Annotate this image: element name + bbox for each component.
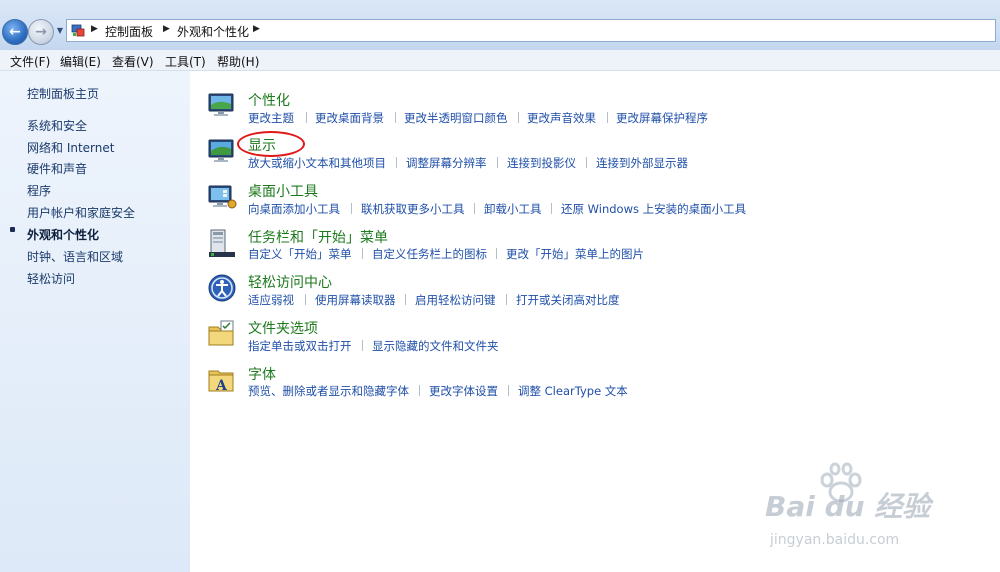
left-item-ease-of-access[interactable]: 轻松访问 <box>27 270 75 287</box>
forward-button[interactable]: → <box>28 19 54 45</box>
link-separator <box>496 248 497 259</box>
link-single-double-click[interactable]: 指定单击或双击打开 <box>248 338 352 354</box>
link-change-theme[interactable]: 更改主题 <box>248 110 294 126</box>
folder-options-icon[interactable] <box>207 319 237 349</box>
link-customize-start-menu[interactable]: 自定义「开始」菜单 <box>248 246 352 262</box>
link-separator <box>395 112 396 123</box>
link-change-start-picture[interactable]: 更改「开始」菜单上的图片 <box>506 246 644 262</box>
link-separator <box>551 203 552 214</box>
link-separator <box>607 112 608 123</box>
link-change-sounds[interactable]: 更改声音效果 <box>527 110 596 126</box>
back-button[interactable]: ← <box>2 19 28 45</box>
link-screen-reader[interactable]: 使用屏幕读取器 <box>315 292 396 308</box>
link-separator <box>362 340 363 351</box>
link-customize-taskbar-icons[interactable]: 自定义任务栏上的图标 <box>372 246 487 262</box>
breadcrumb-appearance[interactable]: 外观和个性化 <box>177 23 249 40</box>
link-connect-external-display[interactable]: 连接到外部显示器 <box>596 155 688 171</box>
link-separator <box>306 112 307 123</box>
link-change-screensaver[interactable]: 更改屏幕保护程序 <box>616 110 708 126</box>
left-item-appearance[interactable]: 外观和个性化 <box>27 226 99 243</box>
watermark-text: Bai du 经验 <box>765 490 931 523</box>
back-arrow-icon: ← <box>9 24 21 40</box>
category-title-folder-options[interactable]: 文件夹选项 <box>248 318 318 338</box>
link-high-contrast[interactable]: 打开或关闭高对比度 <box>516 292 620 308</box>
menu-tools[interactable]: 工具(T) <box>165 53 206 70</box>
link-change-window-color[interactable]: 更改半透明窗口颜色 <box>404 110 508 126</box>
category-title-ease-of-access[interactable]: 轻松访问中心 <box>248 272 332 292</box>
link-separator <box>405 294 406 305</box>
link-separator <box>474 203 475 214</box>
control-panel-icon <box>71 24 85 37</box>
link-low-vision[interactable]: 适应弱视 <box>248 292 294 308</box>
link-separator <box>508 385 509 396</box>
menu-edit[interactable]: 编辑(E) <box>60 53 101 70</box>
category-title-gadgets[interactable]: 桌面小工具 <box>248 181 318 201</box>
history-dropdown-icon[interactable]: ▼ <box>55 26 65 36</box>
link-separator <box>518 112 519 123</box>
display-icon[interactable] <box>207 136 237 166</box>
link-add-gadgets[interactable]: 向桌面添加小工具 <box>248 201 340 217</box>
fonts-icon[interactable]: A <box>207 365 237 395</box>
highlight-circle <box>237 131 305 157</box>
menu-bar: 文件(F) 编辑(E) 查看(V) 工具(T) 帮助(H) <box>0 50 1000 71</box>
link-font-settings[interactable]: 更改字体设置 <box>429 383 498 399</box>
link-preview-fonts[interactable]: 预览、删除或者显示和隐藏字体 <box>248 383 409 399</box>
left-item-hardware-sound[interactable]: 硬件和声音 <box>27 160 87 177</box>
menu-file[interactable]: 文件(F) <box>10 53 50 70</box>
left-item-programs[interactable]: 程序 <box>27 182 51 199</box>
link-adjust-resolution[interactable]: 调整屏幕分辨率 <box>406 155 487 171</box>
category-title-personalization[interactable]: 个性化 <box>248 90 290 110</box>
breadcrumb[interactable]: ▶ 控制面板 ▶ 外观和个性化 ▶ <box>66 19 996 42</box>
menu-view[interactable]: 查看(V) <box>112 53 154 70</box>
breadcrumb-separator-icon[interactable]: ▶ <box>163 24 170 34</box>
link-ease-of-access-keys[interactable]: 启用轻松访问键 <box>415 292 496 308</box>
link-connect-projector[interactable]: 连接到投影仪 <box>507 155 576 171</box>
left-item-network[interactable]: 网络和 Internet <box>27 139 114 156</box>
ease-of-access-icon[interactable] <box>207 273 237 303</box>
breadcrumb-separator-icon[interactable]: ▶ <box>253 24 260 34</box>
category-title-taskbar[interactable]: 任务栏和「开始」菜单 <box>248 227 388 247</box>
breadcrumb-separator-icon[interactable]: ▶ <box>91 24 98 34</box>
forward-arrow-icon: → <box>35 24 47 40</box>
link-separator <box>305 294 306 305</box>
left-item-system-security[interactable]: 系统和安全 <box>27 117 87 134</box>
link-get-more-gadgets[interactable]: 联机获取更多小工具 <box>361 201 465 217</box>
link-separator <box>506 294 507 305</box>
current-bullet-icon <box>10 227 15 232</box>
link-show-hidden-files[interactable]: 显示隐藏的文件和文件夹 <box>372 338 499 354</box>
link-restore-gadgets[interactable]: 还原 Windows 上安装的桌面小工具 <box>561 201 746 217</box>
link-change-background[interactable]: 更改桌面背景 <box>315 110 384 126</box>
svg-text:A: A <box>215 378 228 394</box>
taskbar-icon[interactable] <box>207 228 237 258</box>
left-item-home[interactable]: 控制面板主页 <box>27 85 99 102</box>
link-separator <box>586 157 587 168</box>
link-separator <box>497 157 498 168</box>
link-separator <box>362 248 363 259</box>
monitor-icon[interactable] <box>207 90 237 120</box>
left-item-clock-region[interactable]: 时钟、语言和区域 <box>27 248 123 265</box>
address-bar: ← → ▼ ▶ 控制面板 ▶ 外观和个性化 ▶ <box>0 0 1000 50</box>
gadgets-icon[interactable] <box>207 182 237 212</box>
category-title-fonts[interactable]: 字体 <box>248 364 276 384</box>
watermark-url: jingyan.baidu.com <box>770 532 900 548</box>
link-separator <box>419 385 420 396</box>
menu-help[interactable]: 帮助(H) <box>217 53 259 70</box>
link-separator <box>351 203 352 214</box>
link-cleartype[interactable]: 调整 ClearType 文本 <box>518 383 628 399</box>
link-separator <box>396 157 397 168</box>
link-uninstall-gadget[interactable]: 卸载小工具 <box>484 201 542 217</box>
left-item-user-accounts[interactable]: 用户帐户和家庭安全 <box>27 204 135 221</box>
breadcrumb-control-panel[interactable]: 控制面板 <box>105 23 153 40</box>
link-zoom-text[interactable]: 放大或缩小文本和其他项目 <box>248 155 386 171</box>
